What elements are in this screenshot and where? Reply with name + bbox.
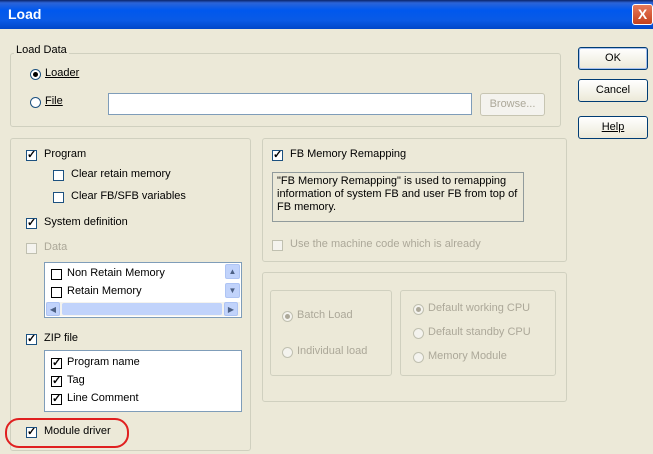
machine-code-checkbox[interactable] (272, 240, 283, 251)
scroll-up-icon[interactable]: ▲ (225, 264, 240, 279)
fb-remap-description: "FB Memory Remapping" is used to remappi… (272, 172, 524, 222)
tag-label: Tag (67, 374, 85, 386)
scroll-right-icon[interactable]: ▶ (224, 302, 238, 316)
loader-radio[interactable] (30, 69, 41, 80)
batch-load-label: Batch Load (297, 309, 353, 321)
fb-remap-label: FB Memory Remapping (290, 148, 407, 160)
close-icon: X (637, 6, 648, 22)
individual-load-radio[interactable] (282, 347, 293, 358)
memory-module-label: Memory Module (428, 350, 507, 362)
load-dialog: Load X OK Cancel Help Load Data Loader F… (0, 0, 653, 454)
default-standby-label: Default standby CPU (428, 326, 531, 338)
system-definition-label: System definition (44, 216, 128, 228)
ok-button[interactable]: OK (578, 47, 648, 70)
window-title: Load (8, 6, 42, 22)
clear-fb-checkbox[interactable] (53, 192, 64, 203)
non-retain-label: Non Retain Memory (67, 267, 165, 279)
system-definition-checkbox[interactable] (26, 216, 37, 229)
program-label: Program (44, 148, 87, 160)
close-button[interactable]: X (632, 4, 653, 25)
file-path-input[interactable] (108, 93, 472, 115)
default-standby-radio[interactable] (413, 328, 424, 339)
data-listbox[interactable]: Non Retain Memory Retain Memory ▲ ▼ ◀ ▶ (44, 262, 242, 318)
horizontal-scrollbar[interactable]: ◀ ▶ (46, 302, 240, 316)
retain-checkbox[interactable] (51, 287, 62, 298)
help-label: Help (601, 121, 625, 133)
default-working-label: Default working CPU (428, 302, 531, 314)
scroll-down-icon[interactable]: ▼ (225, 283, 240, 298)
line-comment-label: Line Comment (67, 392, 139, 404)
loader-label: Loader (45, 67, 80, 79)
data-checkbox[interactable] (26, 243, 37, 254)
zip-file-checkbox[interactable] (26, 332, 37, 345)
program-name-label: Program name (67, 356, 140, 368)
default-working-radio[interactable] (413, 304, 424, 315)
machine-code-label: Use the machine code which is already (290, 238, 481, 250)
load-mode-group (270, 290, 392, 376)
batch-load-radio[interactable] (282, 311, 293, 322)
clear-retain-label: Clear retain memory (71, 168, 171, 180)
load-data-group (10, 53, 561, 127)
data-label: Data (44, 241, 68, 253)
program-checkbox[interactable] (26, 148, 37, 161)
highlight-ring (5, 418, 129, 448)
program-name-checkbox[interactable] (51, 356, 62, 369)
scroll-left-icon[interactable]: ◀ (46, 302, 60, 316)
individual-load-label: Individual load (297, 345, 368, 357)
zip-listbox[interactable]: Program name Tag Line Comment (44, 350, 242, 412)
file-radio[interactable] (30, 97, 41, 108)
zip-file-label: ZIP file (44, 332, 79, 344)
fb-remap-checkbox[interactable] (272, 148, 283, 161)
help-button[interactable]: Help (578, 116, 648, 139)
non-retain-checkbox[interactable] (51, 269, 62, 280)
retain-label: Retain Memory (67, 285, 142, 297)
cancel-button[interactable]: Cancel (578, 79, 648, 102)
file-label: File (45, 95, 63, 107)
clear-fb-label: Clear FB/SFB variables (71, 190, 186, 202)
title-bar[interactable]: Load X (0, 0, 653, 29)
load-data-label: Load Data (14, 44, 69, 56)
tag-checkbox[interactable] (51, 374, 62, 387)
scroll-thumb[interactable] (62, 303, 222, 315)
browse-button[interactable]: Browse... (480, 93, 545, 116)
line-comment-checkbox[interactable] (51, 392, 62, 405)
memory-module-radio[interactable] (413, 352, 424, 363)
clear-retain-checkbox[interactable] (53, 170, 64, 181)
